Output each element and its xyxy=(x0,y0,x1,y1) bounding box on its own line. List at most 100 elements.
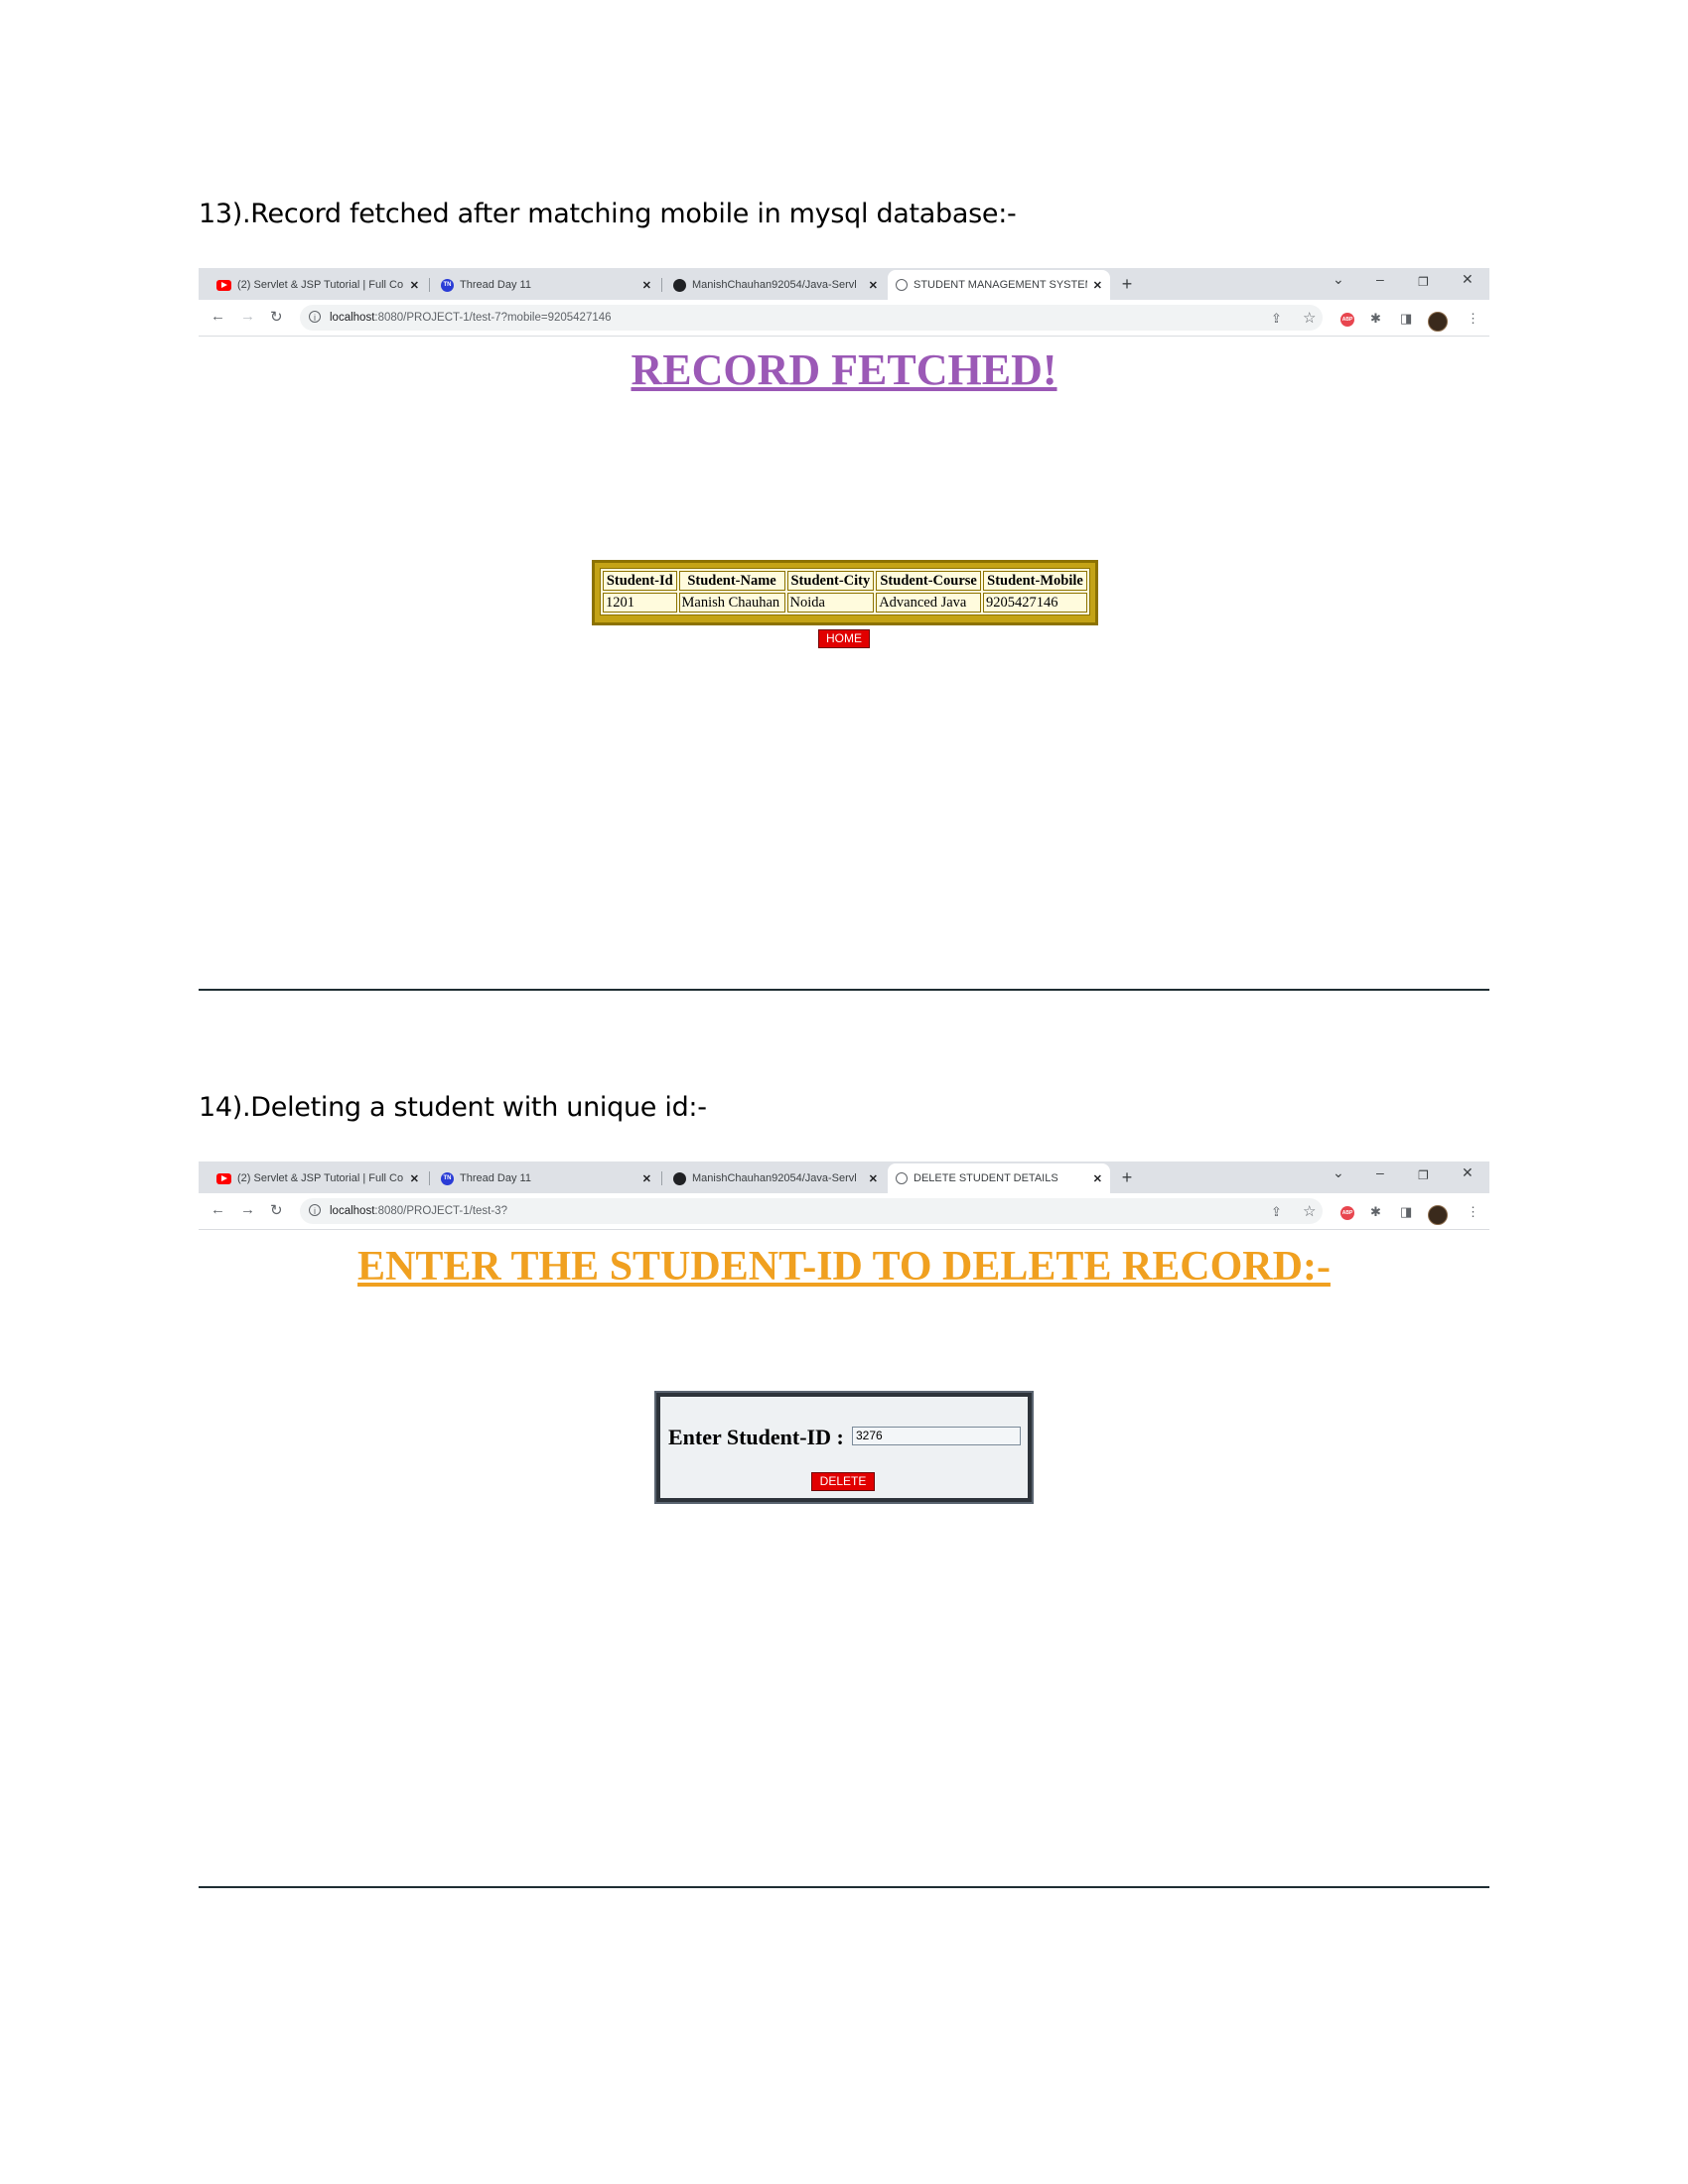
student-id-label: Enter Student-ID : xyxy=(668,1425,844,1449)
tab-title: DELETE STUDENT DETAILS xyxy=(914,1172,1058,1184)
section-14-heading: 14).Deleting a student with unique id:- xyxy=(199,1092,707,1123)
reload-icon[interactable]: ↻ xyxy=(270,308,283,326)
bookmark-star-icon[interactable]: ☆ xyxy=(1303,1202,1316,1220)
divider xyxy=(199,1886,1489,1888)
close-tab-icon[interactable]: ✕ xyxy=(869,279,878,292)
tab-search-icon[interactable]: ⌄ xyxy=(1333,1164,1344,1181)
tab-title: Thread Day 11 xyxy=(460,279,531,291)
back-icon[interactable]: ← xyxy=(211,308,225,325)
tab-title: (2) Servlet & JSP Tutorial | Full Co xyxy=(237,279,404,291)
student-id-input[interactable]: 3276 xyxy=(852,1427,1021,1445)
adblock-icon[interactable]: ABP xyxy=(1340,1206,1354,1220)
extensions-icon[interactable]: ✱ xyxy=(1370,1204,1381,1220)
menu-kebab-icon[interactable]: ⋮ xyxy=(1467,1204,1479,1220)
tab-delete-student-details[interactable]: DELETE STUDENT DETAILS ✕ xyxy=(888,1163,1110,1193)
forward-icon[interactable]: → xyxy=(240,308,255,325)
share-icon[interactable]: ⇪ xyxy=(1271,311,1282,327)
tab-thread-day-11[interactable]: TN Thread Day 11 ✕ xyxy=(433,1163,659,1193)
cell-student-course: Advanced Java xyxy=(876,593,981,613)
globe-icon xyxy=(896,279,908,291)
table-header-row: Student-Id Student-Name Student-City Stu… xyxy=(603,571,1087,591)
globe-icon xyxy=(896,1172,908,1184)
tab-github-repo[interactable]: ManishChauhan92054/Java-Servl ✕ xyxy=(665,1163,886,1193)
close-tab-icon[interactable]: ✕ xyxy=(1093,279,1102,292)
extensions-icon[interactable]: ✱ xyxy=(1370,311,1381,327)
tab-servlet-tutorial[interactable]: (2) Servlet & JSP Tutorial | Full Co ✕ xyxy=(209,1163,427,1193)
header-student-course: Student-Course xyxy=(876,571,981,591)
address-bar[interactable]: i localhost:8080/PROJECT-1/test-3? xyxy=(300,1198,1323,1224)
avatar[interactable] xyxy=(1428,1205,1448,1225)
page-title: RECORD FETCHED! xyxy=(631,345,1057,394)
url-path: :8080/PROJECT-1/test-3? xyxy=(374,1205,507,1217)
close-tab-icon[interactable]: ✕ xyxy=(1093,1172,1102,1185)
share-icon[interactable]: ⇪ xyxy=(1271,1204,1282,1220)
restore-icon[interactable]: ❐ xyxy=(1418,275,1429,289)
browser-toolbar: ← → ↻ i localhost:8080/PROJECT-1/test-7?… xyxy=(199,300,1489,337)
tab-student-management[interactable]: STUDENT MANAGEMENT SYSTEM ✕ xyxy=(888,270,1110,300)
minimize-icon[interactable]: – xyxy=(1376,271,1384,287)
bookmark-star-icon[interactable]: ☆ xyxy=(1303,309,1316,327)
youtube-icon xyxy=(216,279,231,291)
github-icon xyxy=(673,1171,686,1185)
home-button[interactable]: HOME xyxy=(818,629,870,648)
tab-search-icon[interactable]: ⌄ xyxy=(1333,271,1344,288)
menu-kebab-icon[interactable]: ⋮ xyxy=(1467,311,1479,327)
close-tab-icon[interactable]: ✕ xyxy=(410,279,419,292)
new-tab-icon[interactable]: + xyxy=(1116,274,1138,296)
browser-toolbar: ← → ↻ i localhost:8080/PROJECT-1/test-3?… xyxy=(199,1193,1489,1230)
forward-icon[interactable]: → xyxy=(240,1201,255,1218)
url-path: :8080/PROJECT-1/test-7?mobile=9205427146 xyxy=(374,312,612,324)
tab-thread-day-11[interactable]: TN Thread Day 11 ✕ xyxy=(433,270,659,300)
thread-icon: TN xyxy=(441,278,454,292)
section-13-heading: 13).Record fetched after matching mobile… xyxy=(199,199,1017,229)
browser-screenshot-record-fetched: (2) Servlet & JSP Tutorial | Full Co ✕ T… xyxy=(199,268,1489,648)
cell-student-city: Noida xyxy=(786,593,875,613)
thread-icon: TN xyxy=(441,1171,454,1185)
info-icon[interactable]: i xyxy=(309,1204,321,1216)
close-window-icon[interactable]: ✕ xyxy=(1462,1164,1474,1181)
tab-title: ManishChauhan92054/Java-Servl xyxy=(692,1172,857,1184)
avatar[interactable] xyxy=(1428,312,1448,332)
tab-title: Thread Day 11 xyxy=(460,1172,531,1184)
table-row: 1201 Manish Chauhan Noida Advanced Java … xyxy=(603,593,1087,613)
tab-servlet-tutorial[interactable]: (2) Servlet & JSP Tutorial | Full Co ✕ xyxy=(209,270,427,300)
close-tab-icon[interactable]: ✕ xyxy=(869,1172,878,1185)
header-student-city: Student-City xyxy=(786,571,875,591)
info-icon[interactable]: i xyxy=(309,311,321,323)
reload-icon[interactable]: ↻ xyxy=(270,1201,283,1219)
back-icon[interactable]: ← xyxy=(211,1201,225,1218)
youtube-icon xyxy=(216,1172,231,1184)
close-tab-icon[interactable]: ✕ xyxy=(642,279,651,292)
close-tab-icon[interactable]: ✕ xyxy=(642,1172,651,1185)
side-panel-icon[interactable]: ◨ xyxy=(1400,1204,1412,1220)
close-window-icon[interactable]: ✕ xyxy=(1462,271,1474,288)
browser-screenshot-delete-student: (2) Servlet & JSP Tutorial | Full Co ✕ T… xyxy=(199,1161,1489,1519)
tab-title: (2) Servlet & JSP Tutorial | Full Co xyxy=(237,1172,404,1184)
tab-title: ManishChauhan92054/Java-Servl xyxy=(692,279,857,291)
header-student-mobile: Student-Mobile xyxy=(983,571,1087,591)
adblock-icon[interactable]: ABP xyxy=(1340,313,1354,327)
record-table: Student-Id Student-Name Student-City Stu… xyxy=(600,568,1090,615)
delete-form: Enter Student-ID : 3276 DELETE xyxy=(654,1391,1034,1504)
new-tab-icon[interactable]: + xyxy=(1116,1167,1138,1189)
url-host: localhost xyxy=(330,1205,375,1217)
tab-github-repo[interactable]: ManishChauhan92054/Java-Servl ✕ xyxy=(665,270,886,300)
page-title: ENTER THE STUDENT-ID TO DELETE RECORD:- xyxy=(357,1244,1331,1290)
cell-student-name: Manish Chauhan xyxy=(678,593,785,613)
record-table-frame: Student-Id Student-Name Student-City Stu… xyxy=(592,560,1098,625)
divider xyxy=(199,989,1489,991)
minimize-icon[interactable]: – xyxy=(1376,1164,1384,1180)
tab-strip: (2) Servlet & JSP Tutorial | Full Co ✕ T… xyxy=(199,1161,1489,1193)
tab-strip: (2) Servlet & JSP Tutorial | Full Co ✕ T… xyxy=(199,268,1489,300)
header-student-name: Student-Name xyxy=(678,571,785,591)
restore-icon[interactable]: ❐ xyxy=(1418,1168,1429,1182)
delete-button[interactable]: DELETE xyxy=(811,1472,875,1491)
github-icon xyxy=(673,278,686,292)
tab-title: STUDENT MANAGEMENT SYSTEM xyxy=(914,279,1087,291)
address-bar[interactable]: i localhost:8080/PROJECT-1/test-7?mobile… xyxy=(300,305,1323,331)
header-student-id: Student-Id xyxy=(603,571,677,591)
cell-student-id: 1201 xyxy=(603,593,677,613)
side-panel-icon[interactable]: ◨ xyxy=(1400,311,1412,327)
close-tab-icon[interactable]: ✕ xyxy=(410,1172,419,1185)
cell-student-mobile: 9205427146 xyxy=(983,593,1087,613)
